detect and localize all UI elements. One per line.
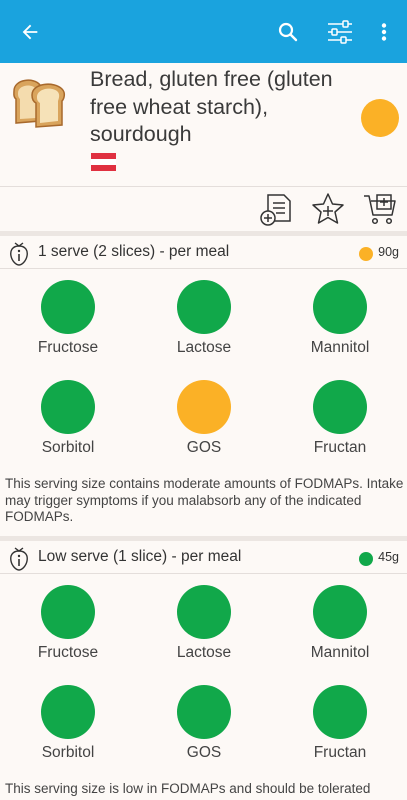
strawberry-info-icon: [10, 547, 28, 571]
fodmap-label: Fructan: [313, 744, 367, 761]
fodmap-item: Fructan: [272, 685, 407, 785]
favourite-button[interactable]: [310, 191, 346, 227]
search-icon: [278, 22, 298, 41]
fodmap-item: Mannitol: [272, 280, 407, 380]
fodmap-item: GOS: [136, 685, 272, 785]
fodmap-label: Lactose: [176, 644, 232, 661]
fodmap-item: Mannitol: [272, 585, 407, 685]
fodmap-rating-dot: [41, 280, 95, 334]
action-bar: [0, 187, 407, 231]
food-title: Bread, gluten free (gluten free wheat st…: [90, 67, 333, 146]
add-to-list-icon: [260, 194, 291, 226]
fodmap-item: Sorbitol: [0, 380, 136, 480]
serving-weight: 45g: [378, 550, 399, 564]
fodmap-rating-dot: [41, 380, 95, 434]
fodmap-label: Fructose: [37, 644, 99, 661]
serving-rating-dot: [359, 247, 373, 261]
fodmap-item: Fructose: [0, 280, 136, 380]
add-favourite-star-icon: [312, 193, 344, 224]
food-header: Bread, gluten free (gluten free wheat st…: [0, 63, 407, 186]
fodmap-label: Sorbitol: [41, 439, 95, 456]
fodmap-label: Fructose: [37, 339, 99, 356]
fodmap-rating-dot: [177, 280, 231, 334]
arrow-left-icon: [22, 24, 38, 39]
fodmap-item: Fructan: [272, 380, 407, 480]
fodmap-rating-dot: [41, 585, 95, 639]
bread-icon: [13, 79, 66, 128]
fodmap-rating-dot: [41, 685, 95, 739]
fodmap-rating-dot: [177, 380, 231, 434]
serving-header[interactable]: 1 serve (2 slices) - per meal 90g: [0, 236, 407, 270]
back-button[interactable]: [8, 0, 52, 63]
add-to-list-button[interactable]: [258, 191, 294, 227]
add-to-cart-button[interactable]: [362, 191, 398, 227]
serving-note: This serving size is low in FODMAPs and …: [5, 781, 371, 796]
serving-label: Low serve (1 slice) - per meal: [38, 548, 242, 565]
more-vert-icon: [381, 22, 387, 41]
serving-note: This serving size contains moderate amou…: [5, 476, 404, 524]
divider: [0, 573, 407, 574]
fodmap-rating-dot: [177, 585, 231, 639]
fodmap-label: GOS: [186, 744, 222, 761]
fodmap-item: Sorbitol: [0, 685, 136, 785]
sliders-icon: [328, 19, 352, 44]
app-bar: [0, 0, 407, 63]
fodmap-item: Lactose: [136, 585, 272, 685]
serving-label: 1 serve (2 slices) - per meal: [38, 243, 230, 260]
fodmap-item: Fructose: [0, 585, 136, 685]
serving-header[interactable]: Low serve (1 slice) - per meal 45g: [0, 541, 407, 575]
fodmap-item: GOS: [136, 380, 272, 480]
more-options-button[interactable]: [370, 0, 398, 63]
fodmap-rating-dot: [313, 685, 367, 739]
strawberry-info-icon: [10, 242, 28, 266]
divider: [0, 268, 407, 269]
filter-button[interactable]: [320, 0, 360, 63]
search-button[interactable]: [266, 0, 310, 63]
fodmap-rating-dot: [313, 585, 367, 639]
fodmap-label: Mannitol: [310, 644, 370, 661]
overall-rating-indicator: [361, 99, 399, 137]
serving-weight: 90g: [378, 245, 399, 259]
fodmap-label: GOS: [186, 439, 222, 456]
add-to-cart-icon: [364, 194, 396, 225]
fodmap-label: Fructan: [313, 439, 367, 456]
fodmap-rating-dot: [313, 280, 367, 334]
flag-icon: [91, 153, 116, 171]
fodmap-label: Sorbitol: [41, 744, 95, 761]
fodmap-rating-dot: [313, 380, 367, 434]
fodmap-label: Lactose: [176, 339, 232, 356]
serving-rating-dot: [359, 552, 373, 566]
fodmap-item: Lactose: [136, 280, 272, 380]
fodmap-rating-dot: [177, 685, 231, 739]
fodmap-label: Mannitol: [310, 339, 370, 356]
